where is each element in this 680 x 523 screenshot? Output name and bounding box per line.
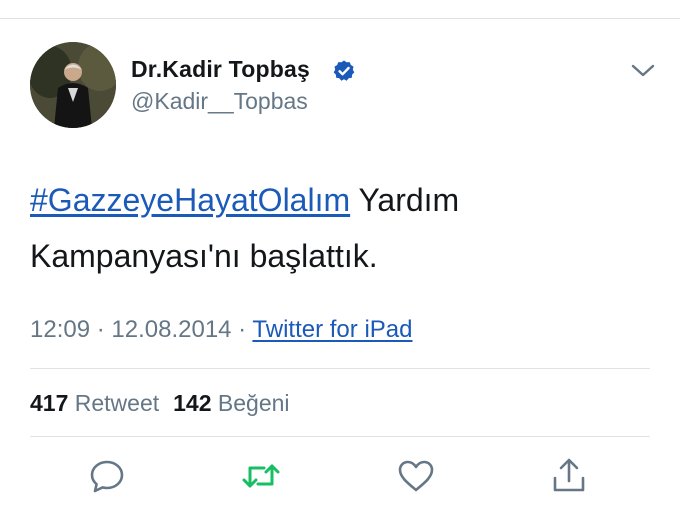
tweet-time: 12:09 — [30, 316, 91, 343]
reply-button[interactable] — [87, 456, 127, 496]
likes-stat[interactable]: 142 Beğeni — [173, 390, 289, 416]
avatar[interactable] — [30, 42, 116, 128]
tweet-date: 12.08.2014 — [111, 316, 232, 343]
retweets-stat[interactable]: 417 Retweet — [30, 390, 159, 416]
tweet-text: #GazzeyeHayatOlalım Yardım Kampanyası'nı… — [30, 172, 630, 284]
top-divider — [0, 18, 680, 19]
user-handle[interactable]: @Kadir__Topbas — [131, 88, 308, 115]
like-label: Beğeni — [217, 390, 290, 416]
stats-top-divider — [30, 368, 650, 369]
tweet-meta: 12:09 · 12.08.2014 · Twitter for iPad — [30, 316, 412, 344]
reply-icon — [90, 460, 124, 493]
actions-top-divider — [30, 436, 650, 437]
chevron-down-icon[interactable] — [630, 62, 656, 80]
heart-icon — [398, 460, 434, 492]
retweet-icon — [242, 464, 280, 488]
display-name[interactable]: Dr.Kadir Topbaş — [131, 56, 310, 83]
retweet-label: Retweet — [74, 390, 160, 416]
hashtag-link[interactable]: #GazzeyeHayatOlalım — [30, 182, 350, 218]
tweet-stats: 417 Retweet 142 Beğeni — [30, 390, 290, 417]
retweet-count: 417 — [30, 390, 69, 416]
meta-separator: · — [231, 316, 253, 343]
like-button[interactable] — [396, 456, 436, 496]
share-icon — [553, 458, 585, 492]
source-link[interactable]: Twitter for iPad — [252, 316, 412, 343]
like-count: 142 — [173, 390, 212, 416]
meta-separator: · — [90, 316, 112, 343]
retweet-button[interactable] — [241, 456, 281, 496]
share-button[interactable] — [549, 456, 589, 496]
verified-badge-icon — [333, 60, 355, 81]
profile-photo — [30, 42, 116, 128]
